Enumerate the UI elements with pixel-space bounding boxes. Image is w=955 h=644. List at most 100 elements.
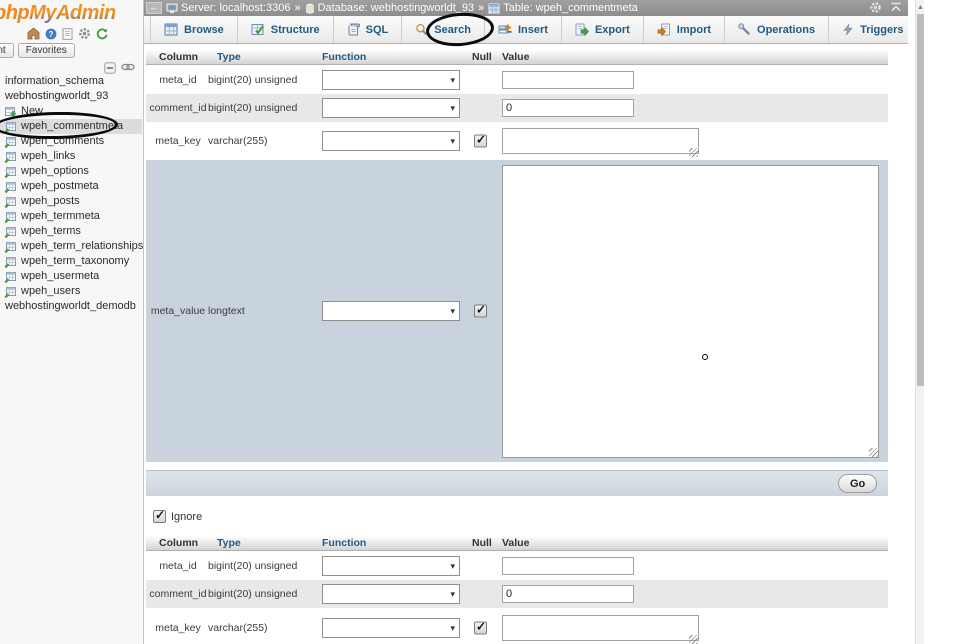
tree-item-wpeh_comments[interactable]: wpeh_comments <box>0 134 142 149</box>
header-function[interactable]: Function <box>322 51 366 63</box>
tab-browse-label: Browse <box>184 24 224 36</box>
value-textarea[interactable] <box>502 128 699 154</box>
function-select[interactable] <box>322 618 460 638</box>
tab-browse[interactable]: Browse <box>150 16 238 43</box>
value-textarea[interactable] <box>502 615 699 641</box>
function-select[interactable] <box>322 556 460 576</box>
tab-search[interactable]: Search <box>402 16 485 43</box>
tab-import[interactable]: Import <box>644 16 725 43</box>
tab-structure[interactable]: Structure <box>238 16 334 43</box>
function-select[interactable] <box>322 131 460 151</box>
tab-sql[interactable]: SQL <box>334 16 403 43</box>
function-select[interactable] <box>322 70 460 90</box>
tree-db-webhostingworldt_93[interactable]: webhostingworldt_93 <box>0 89 142 104</box>
header-type[interactable]: Type <box>217 537 241 549</box>
tree-item-wpeh_usermeta[interactable]: wpeh_usermeta <box>0 269 142 284</box>
tree-db-webhostingworldt_demodb[interactable]: webhostingworldt_demodb <box>0 299 142 314</box>
value-input[interactable] <box>502 99 634 117</box>
tree-item-label: wpeh_terms <box>21 224 81 239</box>
tab-sql-label: SQL <box>366 24 389 36</box>
table-tabs: Browse Structure SQL Search Insert Expor… <box>144 16 908 44</box>
function-select[interactable] <box>322 584 460 604</box>
header-function[interactable]: Function <box>322 537 366 549</box>
home-icon[interactable] <box>27 27 40 40</box>
value-input[interactable] <box>502 557 634 575</box>
tab-insert[interactable]: Insert <box>485 16 562 43</box>
tree-item-wpeh_term_relationships[interactable]: wpeh_term_relationships <box>0 239 142 254</box>
function-select[interactable] <box>322 301 460 321</box>
tree-item-wpeh_posts[interactable]: wpeh_posts <box>0 194 142 209</box>
export-icon <box>575 23 589 36</box>
tab-operations[interactable]: Operations <box>725 16 829 43</box>
function-select[interactable] <box>322 98 460 118</box>
help-icon[interactable]: ? <box>45 28 57 40</box>
tab-structure-label: Structure <box>271 24 320 36</box>
breadcrumb-server[interactable]: Server: localhost:3306 <box>166 2 290 14</box>
scrollbar-thumb[interactable] <box>917 14 924 386</box>
breadcrumb-database[interactable]: Database: webhostingworldt_93 <box>305 2 475 14</box>
header-null: Null <box>472 537 492 549</box>
value-input[interactable] <box>502 585 634 603</box>
svg-text:?: ? <box>49 30 54 39</box>
go-button[interactable]: Go <box>838 474 877 493</box>
column-type: bigint(20) unsigned <box>208 560 320 572</box>
tab-export[interactable]: Export <box>562 16 644 43</box>
sidebar-toolbar: ? <box>27 27 108 40</box>
null-checkbox[interactable] <box>474 622 487 635</box>
tree-item-label: webhostingworldt_demodb <box>5 299 136 314</box>
tree-item-wpeh_termmeta[interactable]: wpeh_termmeta <box>0 209 142 224</box>
database-icon <box>305 3 315 14</box>
table-icon <box>4 151 17 163</box>
insert-row-meta_id: meta_id bigint(20) unsigned <box>146 65 888 94</box>
insert-row-meta_value: meta_value longtext <box>146 160 888 462</box>
tree-item-wpeh_postmeta[interactable]: wpeh_postmeta <box>0 179 142 194</box>
logo-myadmin: MyAdmin <box>29 2 116 24</box>
insert-table-header: Column Type Function Null Value <box>146 50 888 65</box>
column-type: varchar(255) <box>208 622 320 634</box>
refresh-icon[interactable] <box>96 28 108 40</box>
insert2-row-comment_id: comment_id bigint(20) unsigned <box>146 580 888 608</box>
new-table-icon <box>4 106 17 118</box>
tree-item-wpeh_options[interactable]: wpeh_options <box>0 164 142 179</box>
page-settings-icon[interactable] <box>869 1 882 14</box>
breadcrumb-separator: » <box>294 2 300 14</box>
phpmyadmin-logo: phpMyAdmin <box>0 2 116 25</box>
breadcrumb-bar: Server: localhost:3306 » Database: webho… <box>144 0 908 16</box>
value-input[interactable] <box>502 71 634 89</box>
ignore-checkbox[interactable] <box>153 510 166 523</box>
column-name: meta_key <box>148 622 208 634</box>
collapse-top-icon[interactable] <box>890 2 902 13</box>
column-name: meta_id <box>148 560 208 572</box>
tree-item-wpeh_links[interactable]: wpeh_links <box>0 149 142 164</box>
tree-item-wpeh_terms[interactable]: wpeh_terms <box>0 224 142 239</box>
vertical-scrollbar[interactable] <box>915 0 924 644</box>
null-checkbox[interactable] <box>474 305 487 318</box>
column-type: bigint(20) unsigned <box>208 102 320 114</box>
table-icon <box>4 271 17 283</box>
tree-item-wpeh_commentmeta[interactable]: wpeh_commentmeta <box>0 119 142 134</box>
null-checkbox[interactable] <box>474 135 487 148</box>
tab-search-label: Search <box>434 24 471 36</box>
table-icon <box>4 121 17 133</box>
value-textarea-large[interactable] <box>502 165 879 458</box>
header-type[interactable]: Type <box>217 51 241 63</box>
favorites-button[interactable]: Favorites <box>18 43 75 58</box>
sql-icon <box>347 23 360 36</box>
insert-panel: Column Type Function Null Value meta_id … <box>144 44 908 644</box>
insert-row-comment_id: comment_id bigint(20) unsigned <box>146 94 888 122</box>
tree-item-label: webhostingworldt_93 <box>5 89 108 104</box>
breadcrumb-table[interactable]: Table: wpeh_commentmeta <box>488 2 638 14</box>
tree-item-wpeh_users[interactable]: wpeh_users <box>0 284 142 299</box>
recent-tables-button[interactable]: Recent <box>0 43 14 58</box>
scroll-up-arrow-icon[interactable] <box>916 0 925 14</box>
settings-icon[interactable] <box>78 27 91 40</box>
header-value: Value <box>502 51 529 63</box>
tree-item-wpeh_term_taxonomy[interactable]: wpeh_term_taxonomy <box>0 254 142 269</box>
doc-icon[interactable] <box>62 28 73 40</box>
header-value: Value <box>502 537 529 549</box>
tree-db-information_schema[interactable]: information_schema <box>0 74 142 89</box>
tree-item-label: wpeh_links <box>21 149 75 164</box>
tree-item-New[interactable]: New <box>0 104 142 119</box>
back-arrow-icon[interactable] <box>146 2 162 14</box>
tab-triggers[interactable]: Triggers <box>829 16 917 43</box>
